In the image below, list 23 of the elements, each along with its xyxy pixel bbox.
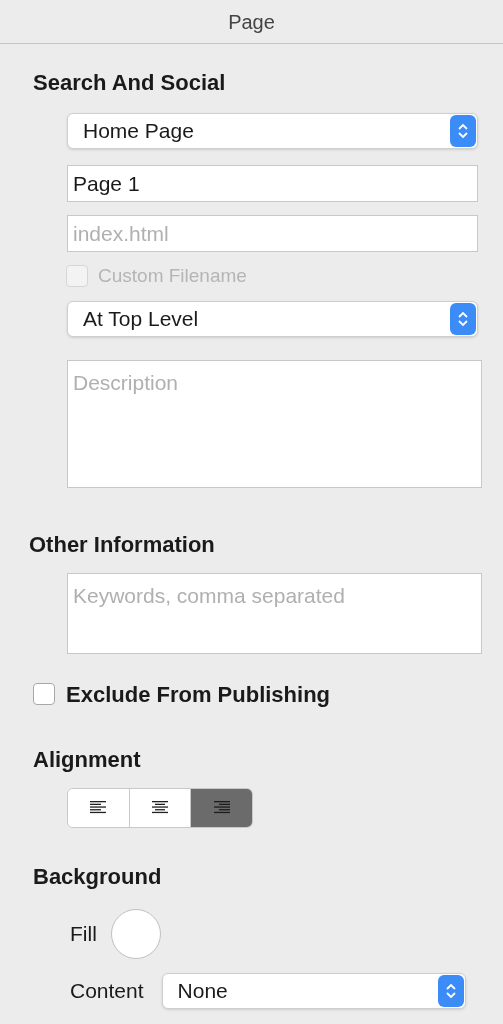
content-label: Content <box>70 977 144 1004</box>
stepper-icon <box>450 302 476 335</box>
checkbox[interactable] <box>33 683 55 705</box>
popup-button[interactable]: Home Page <box>67 113 478 149</box>
checkbox-label: Exclude From Publishing <box>66 680 331 709</box>
left-align-icon <box>90 801 107 814</box>
text-field[interactable]: index.html <box>67 215 478 252</box>
popup-button[interactable]: At Top Level <box>67 300 478 337</box>
section-heading: Other Information <box>29 530 216 559</box>
popup-button[interactable]: None <box>161 972 466 1009</box>
alignment-segment[interactable] <box>190 788 252 827</box>
stepper-icon <box>437 974 464 1007</box>
section-heading: Background <box>33 862 163 891</box>
text-area[interactable]: Keywords, comma separated <box>67 572 482 654</box>
fill-label: Fill <box>70 920 97 947</box>
center-align-icon <box>152 801 168 814</box>
right-align-icon <box>213 801 230 814</box>
section-heading: Alignment <box>33 745 142 774</box>
text-area[interactable]: Description <box>67 359 482 488</box>
text-field[interactable]: Page 1 <box>67 165 478 202</box>
panel-title: Page <box>228 9 275 35</box>
stepper-icon <box>450 115 476 147</box>
section-heading: Search And Social <box>33 69 227 97</box>
